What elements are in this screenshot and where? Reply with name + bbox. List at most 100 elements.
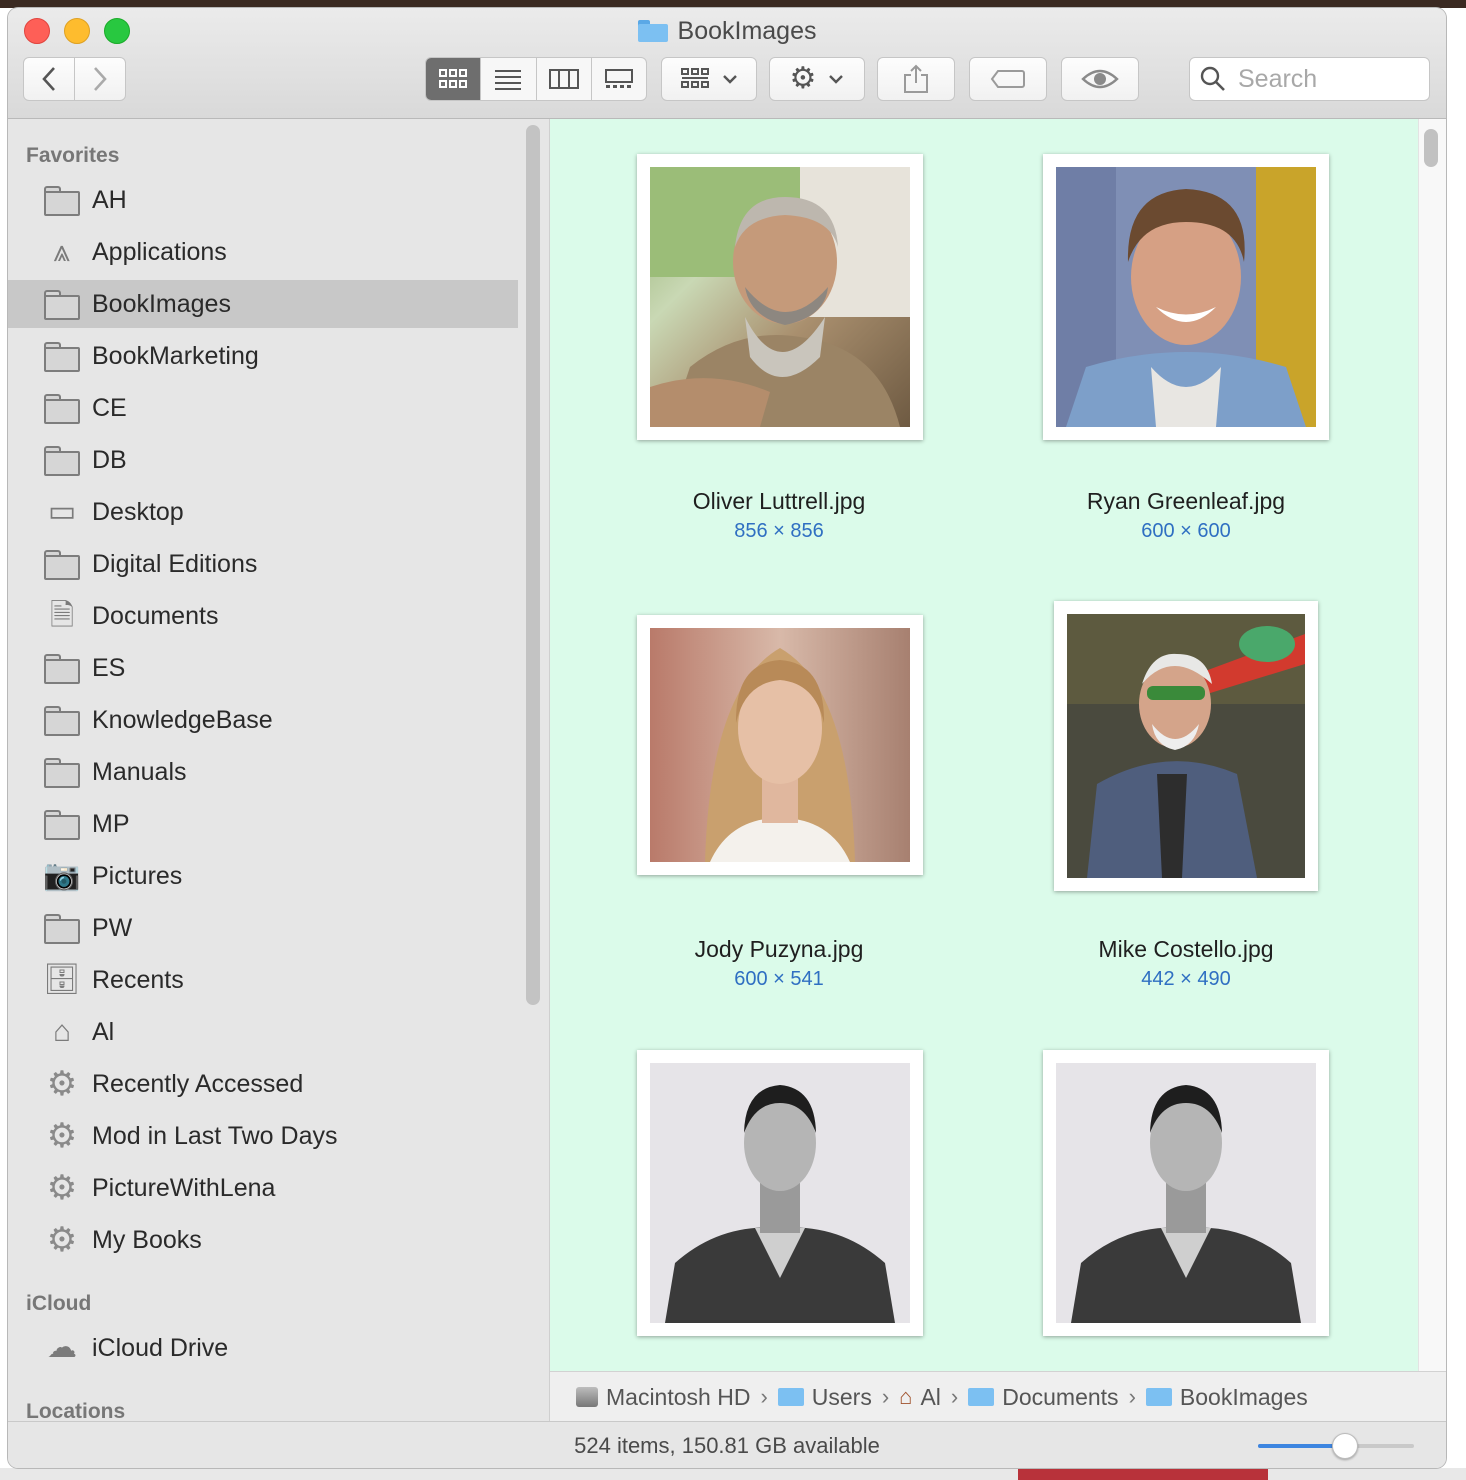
sidebar-item-my-books[interactable]: ⚙ My Books: [8, 1216, 518, 1264]
folder-icon: [43, 185, 81, 216]
scrollbar-thumb[interactable]: [1424, 129, 1438, 167]
sidebar-heading-favorites: Favorites: [26, 144, 120, 167]
file-thumbnail-bw-portrait-1[interactable]: [637, 1050, 923, 1336]
quick-look-button[interactable]: [1061, 57, 1139, 101]
status-bar: 524 items, 150.81 GB available: [8, 1421, 1446, 1468]
file-name[interactable]: Ryan Greenleaf.jpg: [996, 488, 1376, 515]
share-button[interactable]: [877, 57, 955, 101]
column-view-button[interactable]: [537, 58, 592, 100]
list-icon: [495, 70, 522, 90]
sidebar-item-label: BookImages: [92, 289, 231, 318]
sidebar-item-pw[interactable]: PW: [8, 904, 518, 952]
sidebar-item-knowledgebase[interactable]: KnowledgeBase: [8, 696, 518, 744]
gear-icon: ⚙: [46, 1065, 78, 1103]
gear-icon: ⚙: [46, 1169, 78, 1207]
home-icon: ⌂: [52, 1015, 72, 1048]
sidebar-item-digital-editions[interactable]: Digital Editions: [8, 540, 518, 588]
portrait-man-bw-icon: [665, 1085, 895, 1323]
chevron-left-icon: [42, 67, 55, 91]
sidebar-item-recents[interactable]: 🗄 Recents: [8, 956, 518, 1004]
sidebar-item-bookimages[interactable]: BookImages: [8, 280, 518, 328]
file-name[interactable]: Mike Costello.jpg: [996, 936, 1376, 963]
path-item-users[interactable]: Users: [777, 1383, 872, 1411]
sidebar-item-mp[interactable]: MP: [8, 800, 518, 848]
sidebar-item-label: PW: [92, 913, 133, 942]
sidebar-item-ce[interactable]: CE: [8, 384, 518, 432]
sidebar-item-recently-accessed[interactable]: ⚙ Recently Accessed: [8, 1060, 518, 1108]
window-title-text: BookImages: [677, 16, 817, 45]
camera-icon: 📷: [43, 859, 81, 892]
sidebar-item-applications[interactable]: ⩓ Applications: [8, 228, 518, 276]
window-title: BookImages: [8, 16, 1446, 46]
path-item-home[interactable]: ⌂ Al: [899, 1384, 941, 1411]
path-item-label: Al: [920, 1383, 941, 1410]
path-item-macintosh-hd[interactable]: Macintosh HD: [576, 1384, 750, 1411]
gallery-view-button[interactable]: [592, 58, 646, 100]
photo-ryan: [1056, 167, 1316, 427]
group-grid-icon: [681, 68, 709, 88]
folder-icon: [43, 757, 81, 788]
icon-view-content: Oliver Luttrell.jpg 856 × 856 Ryan Green…: [550, 119, 1418, 1371]
back-button[interactable]: [23, 57, 75, 101]
search-input[interactable]: [1236, 63, 1420, 95]
photo-oliver: [650, 167, 910, 427]
sidebar-item-bookmarketing[interactable]: BookMarketing: [8, 332, 518, 380]
forward-button[interactable]: [74, 57, 126, 101]
recents-icon: 🗄: [43, 963, 82, 996]
portrait-man-sunglasses-icon: [1067, 614, 1305, 878]
desktop-background-bottom: [0, 1468, 1466, 1480]
action-menu-button[interactable]: ⚙: [769, 57, 865, 101]
sidebar-item-desktop[interactable]: ▭ Desktop: [8, 488, 518, 536]
content-scrollbar[interactable]: [1418, 119, 1446, 1371]
list-view-button[interactable]: [481, 58, 537, 100]
file-name[interactable]: Oliver Luttrell.jpg: [589, 488, 969, 515]
sidebar-item-db[interactable]: DB: [8, 436, 518, 484]
path-separator: ›: [760, 1384, 768, 1409]
desktop-background-top: [0, 0, 1466, 8]
hard-drive-icon: [576, 1387, 598, 1407]
path-item-bookimages[interactable]: BookImages: [1145, 1384, 1308, 1411]
sidebar-scrollbar[interactable]: [526, 125, 540, 1005]
file-thumbnail-oliver[interactable]: [637, 154, 923, 440]
file-dimensions: 600 × 600: [1141, 520, 1231, 542]
sidebar-item-label: BookMarketing: [92, 341, 259, 370]
sidebar-item-label: PictureWithLena: [92, 1173, 276, 1202]
folder-icon: [43, 913, 81, 944]
file-thumbnail-ryan[interactable]: [1043, 154, 1329, 440]
photo-bw-1: [650, 1063, 910, 1323]
icon-view-button[interactable]: [426, 58, 482, 100]
sidebar-item-icloud-drive[interactable]: ☁ iCloud Drive: [8, 1324, 518, 1372]
search-field[interactable]: [1189, 57, 1430, 101]
path-item-label: Users: [811, 1383, 872, 1410]
sidebar-item-label: Documents: [92, 601, 219, 630]
group-by-button[interactable]: [661, 57, 757, 101]
file-thumbnail-mike[interactable]: [1054, 601, 1318, 891]
icon-size-slider[interactable]: [1258, 1433, 1414, 1459]
sidebar-item-mod-in-last-two-days[interactable]: ⚙ Mod in Last Two Days: [8, 1112, 518, 1160]
tags-button[interactable]: [969, 57, 1047, 101]
portrait-man-bw-icon: [1071, 1085, 1301, 1323]
sidebar-item-es[interactable]: ES: [8, 644, 518, 692]
search-icon: [1200, 66, 1225, 91]
applications-icon: ⩓: [53, 235, 71, 268]
sidebar-item-al[interactable]: ⌂ Al: [8, 1008, 518, 1056]
file-name[interactable]: Jody Puzyna.jpg: [589, 936, 969, 963]
sidebar-item-label: DB: [92, 445, 127, 474]
sidebar-item-label: KnowledgeBase: [92, 705, 273, 734]
sidebar-item-pictures[interactable]: 📷 Pictures: [8, 852, 518, 900]
sidebar-item-picturewithlena[interactable]: ⚙ PictureWithLena: [8, 1164, 518, 1212]
path-item-documents[interactable]: Documents: [968, 1384, 1119, 1411]
folder-icon: [43, 705, 81, 736]
sidebar-item-label: Desktop: [92, 497, 184, 526]
file-thumbnail-jody[interactable]: [637, 615, 923, 875]
sidebar: Favorites AH ⩓ Applications BookImages BookM…: [8, 119, 550, 1421]
sidebar-item-manuals[interactable]: Manuals: [8, 748, 518, 796]
folder-icon: [43, 393, 81, 424]
slider-knob[interactable]: [1331, 1433, 1358, 1459]
sidebar-item-label: Pictures: [92, 861, 183, 890]
file-thumbnail-bw-portrait-2[interactable]: [1043, 1050, 1329, 1336]
sidebar-item-documents[interactable]: 🗎 Documents: [8, 592, 518, 640]
sidebar-item-ah[interactable]: AH: [8, 176, 518, 224]
sidebar-item-label: Recently Accessed: [92, 1069, 304, 1098]
path-item-label: Macintosh HD: [606, 1383, 751, 1410]
